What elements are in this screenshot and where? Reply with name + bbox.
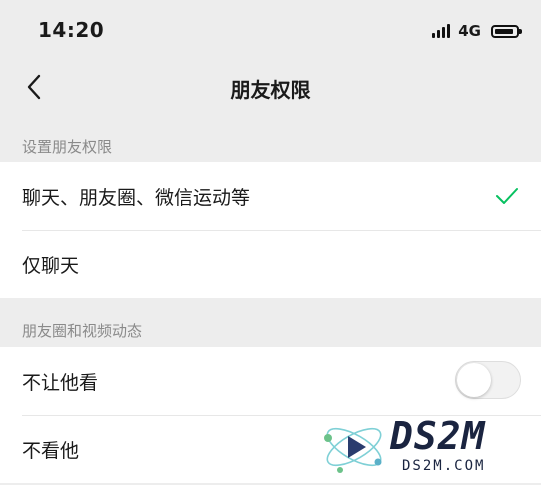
battery-icon <box>491 24 522 38</box>
hide-my-moments-toggle[interactable] <box>455 361 521 399</box>
network-type: 4G <box>458 22 481 40</box>
section-header-permissions: 设置朋友权限 <box>22 138 113 156</box>
row-hide-my-moments: 不让他看 <box>0 347 541 415</box>
watermark-subtitle: DS2M.COM <box>402 458 486 474</box>
atom-logo-icon <box>324 427 382 473</box>
watermark: DS2M DS2M.COM <box>318 412 536 482</box>
option-chat-only[interactable]: 仅聊天 <box>0 230 541 298</box>
permissions-group: 聊天、朋友圈、微信运动等 仅聊天 <box>0 162 541 298</box>
status-bar: 14:20 4G <box>0 0 541 62</box>
toggle-knob <box>457 363 491 397</box>
page-title: 朋友权限 <box>230 78 311 102</box>
option-chat-moments-werun[interactable]: 聊天、朋友圈、微信运动等 <box>0 162 541 230</box>
section-header-moments: 朋友圈和视频动态 <box>22 322 143 340</box>
signal-bars-icon <box>432 24 451 38</box>
watermark-title: DS2M <box>390 414 486 458</box>
option-label: 仅聊天 <box>22 254 80 277</box>
status-time: 14:20 <box>38 18 105 42</box>
status-indicators: 4G <box>432 22 522 40</box>
option-label: 聊天、朋友圈、微信运动等 <box>22 186 251 209</box>
nav-bar: 朋友权限 <box>0 62 541 112</box>
checkmark-icon <box>495 186 519 206</box>
row-label: 不看他 <box>22 439 80 462</box>
row-label: 不让他看 <box>22 371 99 394</box>
